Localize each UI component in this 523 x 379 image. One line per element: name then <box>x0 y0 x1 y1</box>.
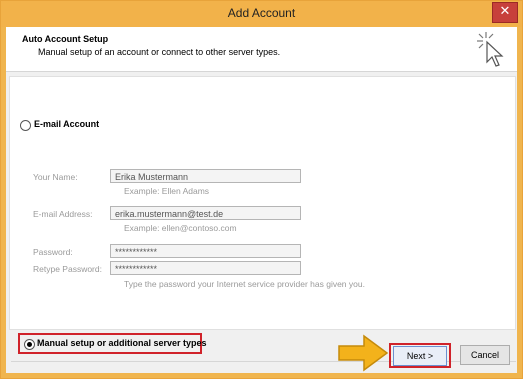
your-name-label: Your Name: <box>33 172 78 182</box>
cancel-button[interactable]: Cancel <box>460 345 510 365</box>
email-address-hint: Example: ellen@contoso.com <box>124 223 237 233</box>
arrow-pointer-icon <box>338 334 389 372</box>
your-name-hint: Example: Ellen Adams <box>124 186 210 196</box>
email-account-radio[interactable] <box>20 120 31 131</box>
dialog-body: Auto Account Setup Manual setup of an ac… <box>6 27 517 373</box>
account-options-panel: E-mail Account Your Name: Erika Musterma… <box>9 76 516 330</box>
password-field[interactable]: ************ <box>110 244 301 258</box>
manual-setup-radio[interactable] <box>24 339 35 350</box>
retype-password-field[interactable]: ************ <box>110 261 301 275</box>
next-button[interactable]: Next > <box>393 346 447 366</box>
email-address-field[interactable]: erika.mustermann@test.de <box>110 206 301 220</box>
retype-password-label: Retype Password: <box>33 264 102 274</box>
add-account-window: Add Account ✕ Auto Account Setup Manual … <box>0 0 523 379</box>
close-icon: ✕ <box>499 4 511 19</box>
password-hint: Type the password your Internet service … <box>124 279 365 289</box>
title-bar[interactable]: Add Account ✕ <box>1 1 522 27</box>
close-button[interactable]: ✕ <box>492 2 518 23</box>
header-area: Auto Account Setup Manual setup of an ac… <box>6 27 517 72</box>
email-account-label: E-mail Account <box>34 119 100 129</box>
header-subtitle: Manual setup of an account or connect to… <box>38 47 281 57</box>
email-address-label: E-mail Address: <box>33 209 93 219</box>
pointer-click-icon <box>477 32 504 67</box>
header-title: Auto Account Setup <box>22 34 109 44</box>
your-name-field[interactable]: Erika Mustermann <box>110 169 301 183</box>
window-title: Add Account <box>227 6 296 20</box>
password-label: Password: <box>33 247 73 257</box>
manual-setup-option[interactable]: Manual setup or additional server types <box>18 333 207 354</box>
manual-setup-label: Manual setup or additional server types <box>37 338 207 348</box>
next-highlight: Next > <box>389 343 451 368</box>
